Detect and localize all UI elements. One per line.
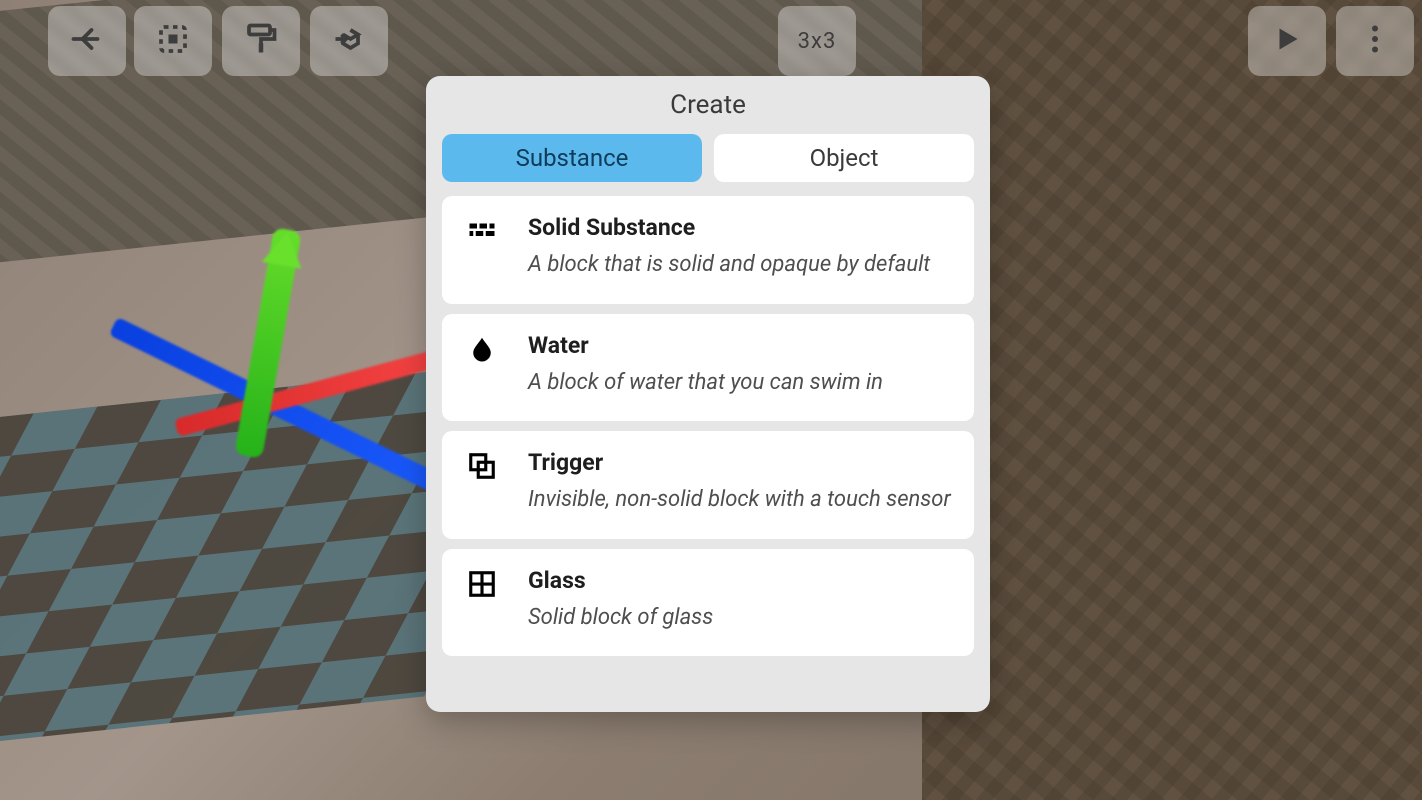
item-desc: Invisible, non-solid block with a touch … xyxy=(528,486,952,515)
item-desc: Solid block of glass xyxy=(528,604,952,633)
create-tool-button[interactable] xyxy=(310,6,388,76)
arrow-left-icon xyxy=(69,21,105,61)
tab-object-label: Object xyxy=(810,144,879,172)
list-item-glass[interactable]: Glass Solid block of glass xyxy=(442,549,974,657)
list-item-trigger[interactable]: Trigger Invisible, non-solid block with … xyxy=(442,431,974,539)
dialog-tabs: Substance Object xyxy=(442,134,974,182)
grid-size-button[interactable]: 3x3 xyxy=(778,6,856,76)
back-button[interactable] xyxy=(48,6,126,76)
tab-object[interactable]: Object xyxy=(714,134,974,182)
paint-roller-icon xyxy=(243,21,279,61)
item-desc: A block of water that you can swim in xyxy=(528,369,952,398)
water-drop-icon xyxy=(464,332,500,398)
item-title: Trigger xyxy=(528,449,952,476)
item-desc: A block that is solid and opaque by defa… xyxy=(528,251,952,280)
item-title: Glass xyxy=(528,567,952,594)
brick-icon xyxy=(464,214,500,280)
overlap-squares-icon xyxy=(464,449,500,515)
list-item-solid-substance[interactable]: Solid Substance A block that is solid an… xyxy=(442,196,974,304)
create-dialog: Create Substance Object Solid Substance … xyxy=(426,76,990,712)
cube-arrow-icon xyxy=(331,21,367,61)
select-tool-button[interactable] xyxy=(134,6,212,76)
more-vertical-icon xyxy=(1357,21,1393,61)
tab-substance[interactable]: Substance xyxy=(442,134,702,182)
window-pane-icon xyxy=(464,567,500,633)
grid-size-label: 3x3 xyxy=(798,29,837,54)
dialog-title: Create xyxy=(442,90,974,120)
paint-tool-button[interactable] xyxy=(222,6,300,76)
item-title: Water xyxy=(528,332,952,359)
item-title: Solid Substance xyxy=(528,214,952,241)
tab-substance-label: Substance xyxy=(516,144,629,172)
play-button[interactable] xyxy=(1248,6,1326,76)
overflow-menu-button[interactable] xyxy=(1336,6,1414,76)
list-item-water[interactable]: Water A block of water that you can swim… xyxy=(442,314,974,422)
selection-icon xyxy=(155,21,191,61)
play-icon xyxy=(1269,21,1305,61)
scene-wall-right xyxy=(922,0,1422,800)
